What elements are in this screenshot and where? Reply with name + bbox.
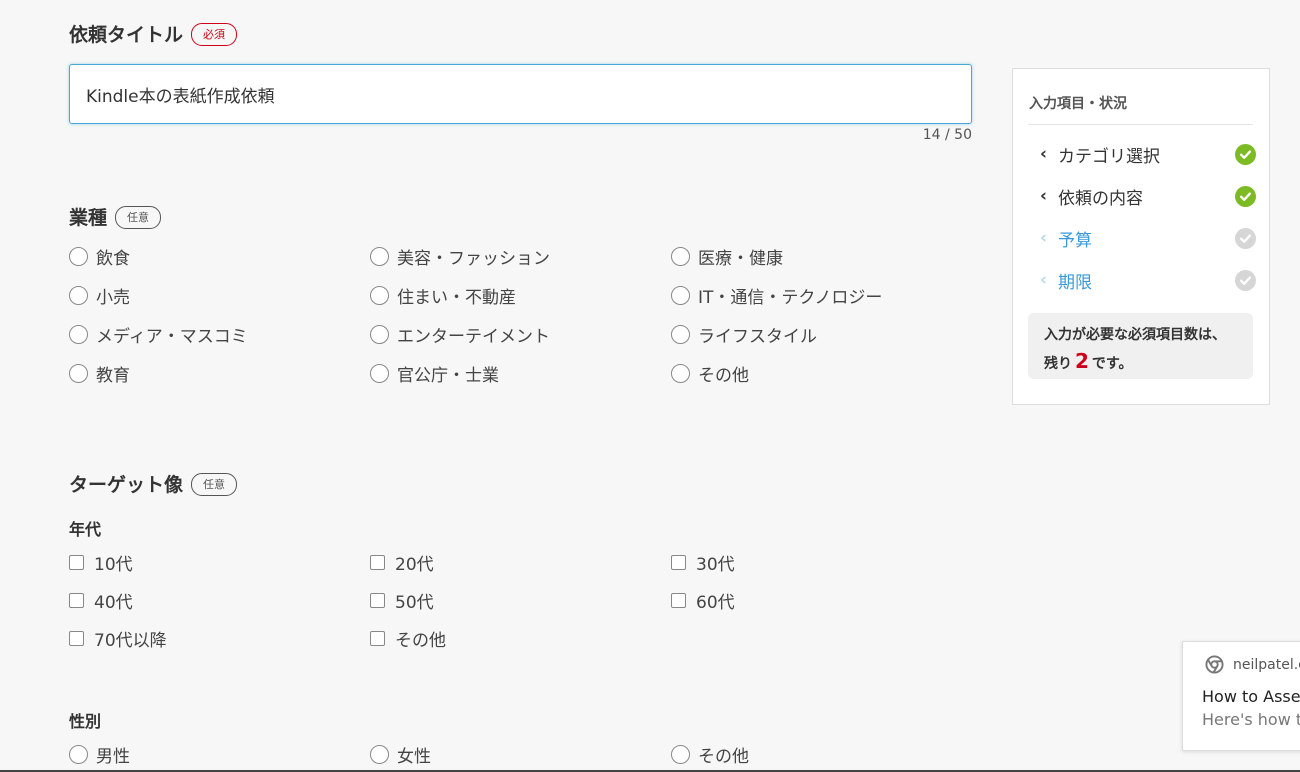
nav-item-budget[interactable]: ‹ 予算 (1040, 225, 1256, 251)
radio-button[interactable] (671, 324, 690, 344)
radio-button[interactable] (69, 324, 88, 344)
request-title-input[interactable] (69, 64, 972, 124)
panel-title: 入力項目・状況 (1029, 96, 1127, 112)
target-section-label: ターゲット像 任意 (69, 470, 238, 497)
radio-button[interactable] (671, 285, 690, 305)
check-circle-icon (1235, 143, 1256, 165)
radio-button[interactable] (69, 285, 88, 305)
checkbox[interactable] (671, 554, 686, 570)
radio-button[interactable] (671, 744, 690, 764)
industry-option-government[interactable]: 官公庁・士業 (370, 361, 499, 386)
industry-option-retail[interactable]: 小売 (69, 283, 130, 308)
radio-button[interactable] (370, 324, 389, 344)
notification-title: How to Asse (1202, 687, 1300, 706)
remaining-count: 2 (1075, 349, 1089, 373)
input-status-panel: 入力項目・状況 ‹ カテゴリ選択 ‹ 依頼の内容 ‹ 予算 ‹ 期限 入力が必要… (1012, 68, 1270, 405)
required-badge: 必須 (191, 23, 238, 46)
age-option-50s[interactable]: 50代 (370, 588, 434, 613)
age-option-70s-plus[interactable]: 70代以降 (69, 626, 167, 651)
checkbox[interactable] (370, 630, 385, 646)
check-circle-icon (1235, 269, 1256, 291)
industry-option-entertainment[interactable]: エンターテイメント (370, 322, 550, 347)
age-option-60s[interactable]: 60代 (671, 588, 735, 613)
age-option-40s[interactable]: 40代 (69, 588, 133, 613)
optional-badge: 任意 (191, 473, 238, 496)
radio-button[interactable] (370, 363, 389, 383)
nav-item-request-content[interactable]: ‹ 依頼の内容 (1040, 183, 1256, 209)
remaining-required-note: 入力が必要な必須項目数は、 残り 2 です。 (1028, 313, 1253, 379)
char-counter: 14 / 50 (922, 127, 972, 143)
optional-badge: 任意 (115, 206, 162, 229)
industry-option-real-estate[interactable]: 住まい・不動産 (370, 283, 516, 308)
industry-option-education[interactable]: 教育 (69, 361, 130, 386)
chrome-icon (1205, 655, 1233, 674)
radio-button[interactable] (69, 246, 88, 266)
checkbox[interactable] (370, 592, 385, 608)
browser-notification[interactable]: neilpatel.c How to Asse Here's how t (1182, 641, 1300, 751)
chevron-left-icon: ‹ (1040, 228, 1048, 248)
gender-option-male[interactable]: 男性 (69, 742, 130, 767)
title-section-label: 依頼タイトル 必須 (69, 20, 238, 47)
industry-option-other[interactable]: その他 (671, 361, 749, 386)
age-option-30s[interactable]: 30代 (671, 550, 735, 575)
checkbox[interactable] (671, 592, 686, 608)
nav-item-deadline[interactable]: ‹ 期限 (1040, 267, 1256, 293)
radio-button[interactable] (370, 285, 389, 305)
gender-option-female[interactable]: 女性 (370, 742, 431, 767)
industry-option-beauty-fashion[interactable]: 美容・ファッション (370, 244, 550, 269)
notification-body: Here's how t (1202, 710, 1300, 729)
radio-button[interactable] (671, 246, 690, 266)
check-circle-icon (1235, 185, 1256, 207)
age-label: 年代 (69, 520, 102, 539)
industry-section-label: 業種 任意 (69, 203, 162, 230)
industry-option-lifestyle[interactable]: ライフスタイル (671, 322, 817, 347)
divider (1028, 124, 1253, 125)
gender-option-other[interactable]: その他 (671, 742, 749, 767)
nav-item-category[interactable]: ‹ カテゴリ選択 (1040, 141, 1256, 167)
checkbox[interactable] (69, 592, 84, 608)
gender-label: 性別 (69, 712, 102, 731)
age-option-20s[interactable]: 20代 (370, 550, 434, 575)
radio-button[interactable] (671, 363, 690, 383)
chevron-left-icon: ‹ (1040, 186, 1048, 206)
chevron-left-icon: ‹ (1040, 144, 1048, 164)
radio-button[interactable] (69, 744, 88, 764)
industry-option-food[interactable]: 飲食 (69, 244, 130, 269)
radio-button[interactable] (370, 246, 389, 266)
checkbox[interactable] (69, 554, 84, 570)
age-option-other[interactable]: その他 (370, 626, 446, 651)
checkbox[interactable] (370, 554, 385, 570)
industry-option-it-tech[interactable]: IT・通信・テクノロジー (671, 283, 882, 308)
notification-source: neilpatel.c (1205, 655, 1300, 674)
age-option-10s[interactable]: 10代 (69, 550, 133, 575)
check-circle-icon (1235, 227, 1256, 249)
industry-option-medical-health[interactable]: 医療・健康 (671, 244, 783, 269)
radio-button[interactable] (69, 363, 88, 383)
radio-button[interactable] (370, 744, 389, 764)
industry-option-media[interactable]: メディア・マスコミ (69, 322, 248, 347)
chevron-left-icon: ‹ (1040, 270, 1048, 290)
checkbox[interactable] (69, 630, 84, 646)
